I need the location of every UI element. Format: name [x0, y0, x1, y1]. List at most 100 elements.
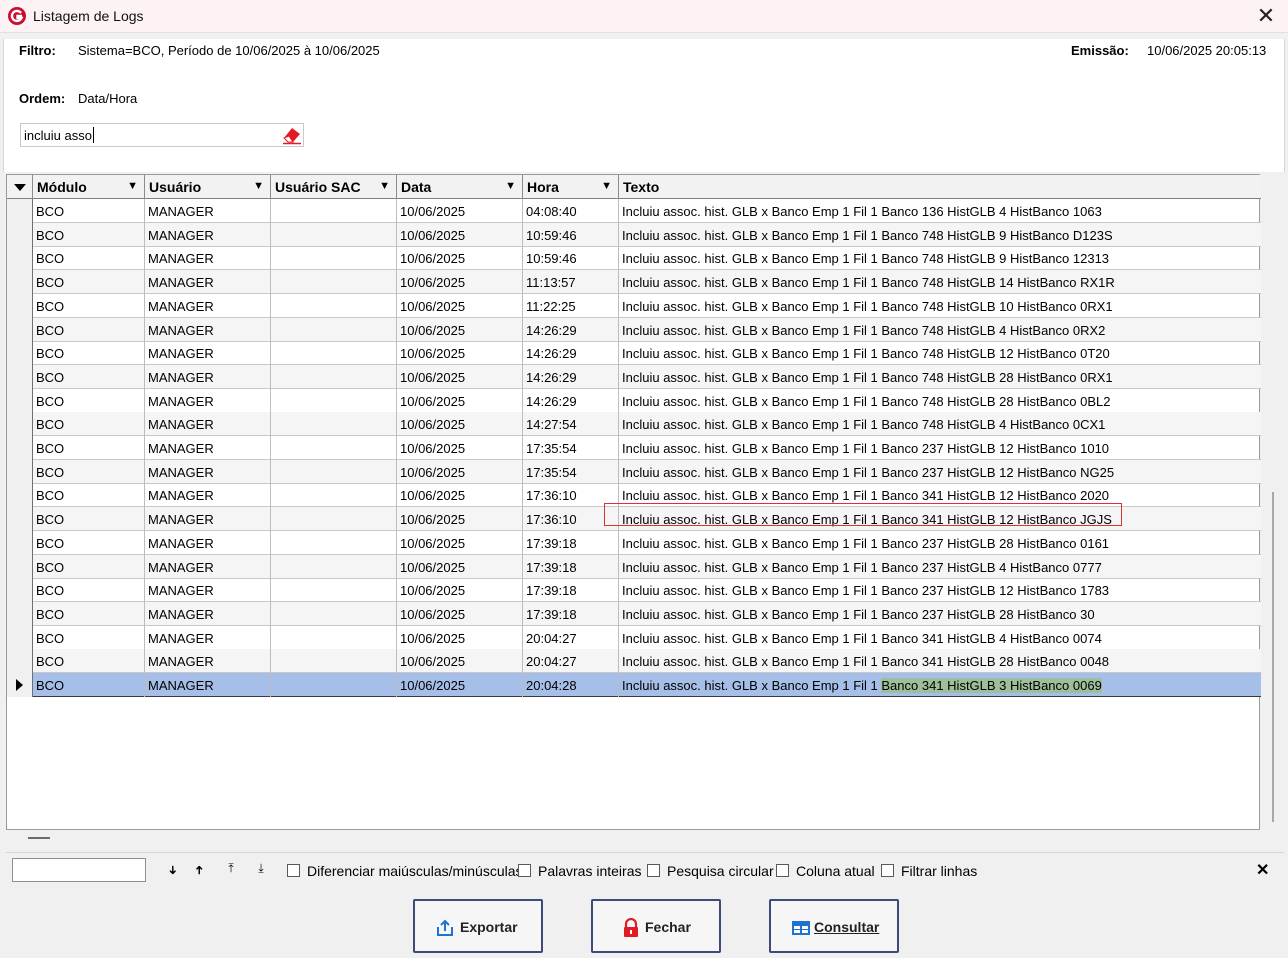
cell-usuario-sac[interactable]: [271, 649, 397, 674]
close-findbar-icon[interactable]: ✕: [1256, 860, 1269, 880]
cell-hora[interactable]: 14:26:29: [523, 388, 619, 413]
fechar-button[interactable]: Fechar: [591, 899, 721, 953]
cell-data[interactable]: 10/06/2025: [397, 199, 523, 223]
table-row[interactable]: BCO MANAGER 10/06/2025 17:35:54 Incluiu asso…: [7, 436, 1261, 460]
cell-hora[interactable]: 17:39:18: [523, 601, 619, 626]
cell-texto[interactable]: Incluiu assoc. hist. GLB x Banco Emp 1 F…: [619, 246, 1261, 270]
cell-modulo[interactable]: BCO: [33, 483, 145, 508]
find-next-icon[interactable]: ➜: [162, 861, 180, 879]
cell-texto[interactable]: Incluiu assoc. hist. GLB x Banco Emp 1 F…: [619, 341, 1261, 365]
cell-usuario[interactable]: MANAGER: [145, 459, 271, 484]
cell-hora[interactable]: 10:59:46: [523, 246, 619, 271]
cell-data[interactable]: 10/06/2025: [397, 483, 523, 508]
cell-modulo[interactable]: BCO: [33, 341, 145, 366]
cell-usuario-sac[interactable]: [271, 246, 397, 271]
table-row[interactable]: BCO MANAGER 10/06/2025 20:04:28 Incluiu asso…: [7, 673, 1261, 697]
row-indicator[interactable]: [7, 530, 33, 555]
row-indicator[interactable]: [7, 412, 33, 437]
cell-hora[interactable]: 04:08:40: [523, 199, 619, 223]
cell-usuario[interactable]: MANAGER: [145, 530, 271, 555]
cell-modulo[interactable]: BCO: [33, 578, 145, 603]
row-indicator[interactable]: [7, 293, 33, 318]
cell-usuario[interactable]: MANAGER: [145, 578, 271, 603]
column-header-texto[interactable]: Texto: [619, 175, 1261, 199]
table-row[interactable]: BCO MANAGER 10/06/2025 14:26:29 Incluiu asso…: [7, 341, 1261, 366]
cell-hora[interactable]: 14:26:29: [523, 341, 619, 366]
row-indicator[interactable]: [7, 554, 33, 579]
column-header-usuario[interactable]: Usuário ▼: [145, 175, 271, 199]
cell-usuario[interactable]: MANAGER: [145, 649, 271, 674]
cell-hora[interactable]: 11:22:25: [523, 293, 619, 318]
cell-hora[interactable]: 14:26:29: [523, 317, 619, 342]
row-indicator[interactable]: [7, 673, 33, 697]
find-last-icon[interactable]: ⤓: [252, 861, 270, 879]
cell-usuario-sac[interactable]: [271, 507, 397, 532]
cell-hora[interactable]: 10:59:46: [523, 222, 619, 247]
cell-usuario-sac[interactable]: [271, 436, 397, 460]
cell-hora[interactable]: 20:04:27: [523, 649, 619, 674]
cell-modulo[interactable]: BCO: [33, 507, 145, 532]
row-indicator[interactable]: [7, 317, 33, 342]
cell-usuario-sac[interactable]: [271, 601, 397, 626]
cell-data[interactable]: 10/06/2025: [397, 601, 523, 626]
cell-hora[interactable]: 20:04:28: [523, 673, 619, 697]
cell-data[interactable]: 10/06/2025: [397, 293, 523, 318]
row-indicator[interactable]: [7, 483, 33, 508]
cell-hora[interactable]: 17:36:10: [523, 483, 619, 508]
cell-texto[interactable]: Incluiu assoc. hist. GLB x Banco Emp 1 F…: [619, 578, 1261, 602]
cell-hora[interactable]: 20:04:27: [523, 625, 619, 650]
cell-usuario-sac[interactable]: [271, 625, 397, 650]
table-row[interactable]: BCO MANAGER 10/06/2025 11:13:57 Incluiu asso…: [7, 270, 1261, 295]
cell-modulo[interactable]: BCO: [33, 293, 145, 318]
splitter-handle[interactable]: [28, 837, 50, 839]
cell-hora[interactable]: 11:13:57: [523, 270, 619, 295]
cell-usuario-sac[interactable]: [271, 317, 397, 342]
filter-icon[interactable]: ▼: [505, 180, 516, 192]
filter-icon[interactable]: ▼: [253, 180, 264, 192]
row-indicator-header[interactable]: [7, 175, 33, 199]
row-indicator[interactable]: [7, 341, 33, 366]
cell-texto[interactable]: Incluiu assoc. hist. GLB x Banco Emp 1 F…: [619, 365, 1261, 389]
cell-data[interactable]: 10/06/2025: [397, 436, 523, 460]
cell-usuario[interactable]: MANAGER: [145, 293, 271, 318]
table-row[interactable]: BCO MANAGER 10/06/2025 10:59:46 Incluiu asso…: [7, 222, 1261, 247]
cell-usuario-sac[interactable]: [271, 673, 397, 697]
cell-hora[interactable]: 17:35:54: [523, 459, 619, 484]
row-indicator[interactable]: [7, 364, 33, 389]
cell-texto[interactable]: Incluiu assoc. hist. GLB x Banco Emp 1 F…: [619, 460, 1261, 484]
cell-modulo[interactable]: BCO: [33, 673, 145, 697]
cell-data[interactable]: 10/06/2025: [397, 341, 523, 366]
cell-texto[interactable]: Incluiu assoc. hist. GLB x Banco Emp 1 F…: [619, 626, 1261, 650]
cell-data[interactable]: 10/06/2025: [397, 412, 523, 437]
search-input[interactable]: incluiu asso: [20, 123, 304, 147]
table-row[interactable]: BCO MANAGER 10/06/2025 14:27:54 Incluiu asso…: [7, 412, 1261, 437]
filter-icon[interactable]: ▼: [379, 180, 390, 192]
window-close-button[interactable]: ✕: [1254, 4, 1278, 28]
column-header-data[interactable]: Data ▼: [397, 175, 523, 199]
table-row[interactable]: BCO MANAGER 10/06/2025 14:26:29 Incluiu asso…: [7, 364, 1261, 389]
cell-usuario[interactable]: MANAGER: [145, 341, 271, 366]
cell-usuario[interactable]: MANAGER: [145, 507, 271, 532]
cell-modulo[interactable]: BCO: [33, 412, 145, 437]
cell-texto[interactable]: Incluiu assoc. hist. GLB x Banco Emp 1 F…: [619, 270, 1261, 294]
cell-hora[interactable]: 14:26:29: [523, 364, 619, 389]
find-previous-icon[interactable]: ➜: [192, 861, 210, 879]
table-row[interactable]: BCO MANAGER 10/06/2025 04:08:40 Incluiu asso…: [7, 199, 1261, 223]
cell-data[interactable]: 10/06/2025: [397, 578, 523, 603]
cell-data[interactable]: 10/06/2025: [397, 364, 523, 389]
row-indicator[interactable]: [7, 222, 33, 247]
cell-data[interactable]: 10/06/2025: [397, 673, 523, 697]
cell-texto[interactable]: Incluiu assoc. hist. GLB x Banco Emp 1 F…: [619, 555, 1261, 579]
cell-usuario-sac[interactable]: [271, 530, 397, 555]
eraser-icon[interactable]: [281, 125, 303, 145]
cell-modulo[interactable]: BCO: [33, 459, 145, 484]
cell-hora[interactable]: 14:27:54: [523, 412, 619, 437]
table-row[interactable]: BCO MANAGER 10/06/2025 17:39:18 Incluiu asso…: [7, 601, 1261, 626]
cell-texto[interactable]: Incluiu assoc. hist. GLB x Banco Emp 1 F…: [619, 436, 1261, 460]
cell-data[interactable]: 10/06/2025: [397, 222, 523, 247]
cell-hora[interactable]: 17:39:18: [523, 578, 619, 603]
cell-texto[interactable]: Incluiu assoc. hist. GLB x Banco Emp 1 F…: [619, 199, 1261, 223]
cell-modulo[interactable]: BCO: [33, 270, 145, 295]
row-indicator[interactable]: [7, 436, 33, 460]
vertical-scrollbar[interactable]: [1262, 174, 1282, 830]
